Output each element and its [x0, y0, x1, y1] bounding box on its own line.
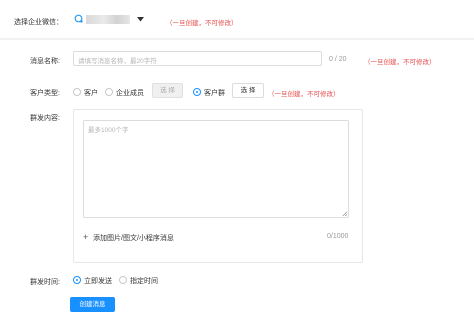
message-name-input[interactable]: 请填写消息名称，最20字符: [73, 51, 322, 66]
content-placeholder: 最多1000个字: [88, 127, 129, 134]
content-textarea[interactable]: 最多1000个字: [83, 120, 349, 218]
radio-scheduled-time-label: 指定时间: [130, 278, 158, 285]
wecom-icon: [74, 14, 83, 23]
wecom-avatar: [86, 15, 130, 24]
select-wecom-label: 选择企业微信：: [14, 19, 63, 26]
customer-type-label: 客户类型:: [30, 90, 60, 97]
message-name-note: （一旦创建，不可修改）: [364, 59, 436, 66]
message-name-label: 消息名称:: [30, 58, 60, 65]
wecom-selector[interactable]: [74, 13, 150, 27]
chevron-down-icon: [137, 17, 144, 22]
radio-customer-group-label: 客户群: [204, 90, 225, 97]
resize-handle-icon[interactable]: [342, 211, 347, 216]
plus-icon[interactable]: +: [83, 232, 88, 242]
radio-send-now[interactable]: [73, 276, 81, 284]
radio-send-now-label: 立即发送: [84, 278, 112, 285]
radio-scheduled-time[interactable]: [119, 276, 127, 284]
select-disabled-button[interactable]: 选 择: [152, 83, 183, 98]
create-message-button[interactable]: 创建消息: [70, 297, 115, 312]
content-label: 群发内容:: [30, 115, 60, 122]
top-immutable-note: （一旦创建，不可修改）: [166, 20, 238, 27]
message-name-placeholder: 请填写消息名称，最20字符: [78, 58, 157, 65]
message-name-counter: 0 / 20: [329, 56, 347, 63]
radio-customer[interactable]: [73, 88, 81, 96]
top-bar: 选择企业微信： （一旦创建，不可修改）: [0, 0, 474, 38]
add-media-link[interactable]: 添加图片/图文/小程序消息: [93, 233, 174, 243]
radio-enterprise-member-label: 企业成员: [116, 90, 144, 97]
select-customer-group-button[interactable]: 选 择: [232, 83, 264, 98]
content-counter: 0/1000: [327, 233, 349, 240]
create-message-form: 消息名称: 请填写消息名称，最20字符 0 / 20 （一旦创建，不可修改） 客…: [0, 40, 474, 323]
content-box: 最多1000个字 + 添加图片/图文/小程序消息 0/1000: [73, 109, 363, 263]
radio-enterprise-member[interactable]: [105, 88, 113, 96]
radio-customer-group[interactable]: [193, 88, 201, 96]
customer-type-note: （一旦创建，不可修改）: [268, 91, 340, 98]
radio-customer-label: 客户: [84, 90, 98, 97]
send-time-label: 群发时间:: [30, 279, 60, 286]
